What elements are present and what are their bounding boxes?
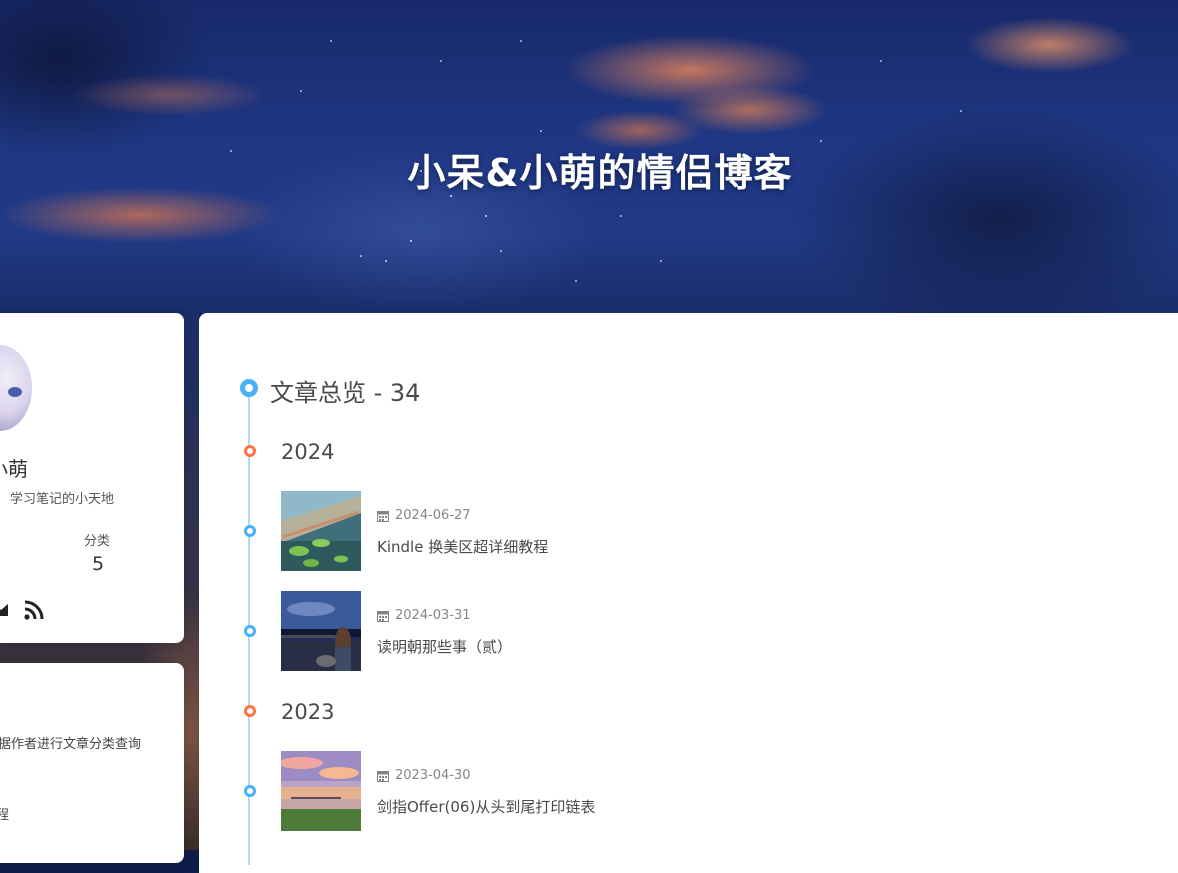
post-title-link[interactable]: 读明朝那些事（贰） <box>377 636 512 657</box>
site-title[interactable]: 小呆&小萌的情侣博客 <box>0 142 1178 197</box>
post-date: 2024-06-27 <box>377 508 471 523</box>
category-item[interactable]: 程 <box>0 804 9 823</box>
category-stat-value[interactable]: 5 <box>92 553 104 575</box>
category-stat-label: 分类 <box>84 534 111 549</box>
calendar-icon <box>377 770 389 782</box>
post-title-link[interactable]: Kindle 换美区超详细教程 <box>377 536 548 557</box>
avatar-eye-decoration <box>8 387 22 397</box>
post-dot <box>244 785 256 797</box>
archive-heading: 文章总览 - 34 <box>270 379 421 407</box>
category-card <box>0 663 184 863</box>
post-date-text: 2024-06-27 <box>395 508 471 523</box>
post-dot <box>244 525 256 537</box>
author-avatar[interactable] <box>0 345 32 431</box>
author-description: 学习笔记的小天地 <box>10 492 115 507</box>
timeline-head-dot <box>240 379 258 397</box>
post-dot <box>244 625 256 637</box>
year-dot <box>244 705 256 717</box>
calendar-icon <box>377 510 389 522</box>
post-date: 2023-04-30 <box>377 768 471 783</box>
calendar-icon <box>377 610 389 622</box>
post-thumbnail[interactable] <box>281 591 361 671</box>
post-title-link[interactable]: 剑指Offer(06)从头到尾打印链表 <box>377 796 595 817</box>
post-date-text: 2023-04-30 <box>395 768 471 783</box>
post-thumbnail[interactable] <box>281 491 361 571</box>
rss-icon[interactable] <box>24 600 44 624</box>
year-label: 2024 <box>281 440 335 464</box>
post-date: 2024-03-31 <box>377 608 471 623</box>
post-date-text: 2024-03-31 <box>395 608 471 623</box>
post-thumbnail[interactable] <box>281 751 361 831</box>
year-label: 2023 <box>281 700 335 724</box>
email-icon[interactable] <box>0 600 8 622</box>
category-note: 据作者进行文章分类查询 <box>0 737 142 752</box>
author-name: 小萌 <box>2 457 28 481</box>
year-dot <box>244 445 256 457</box>
hero-banner: 小呆&小萌的情侣博客 <box>0 0 1178 313</box>
